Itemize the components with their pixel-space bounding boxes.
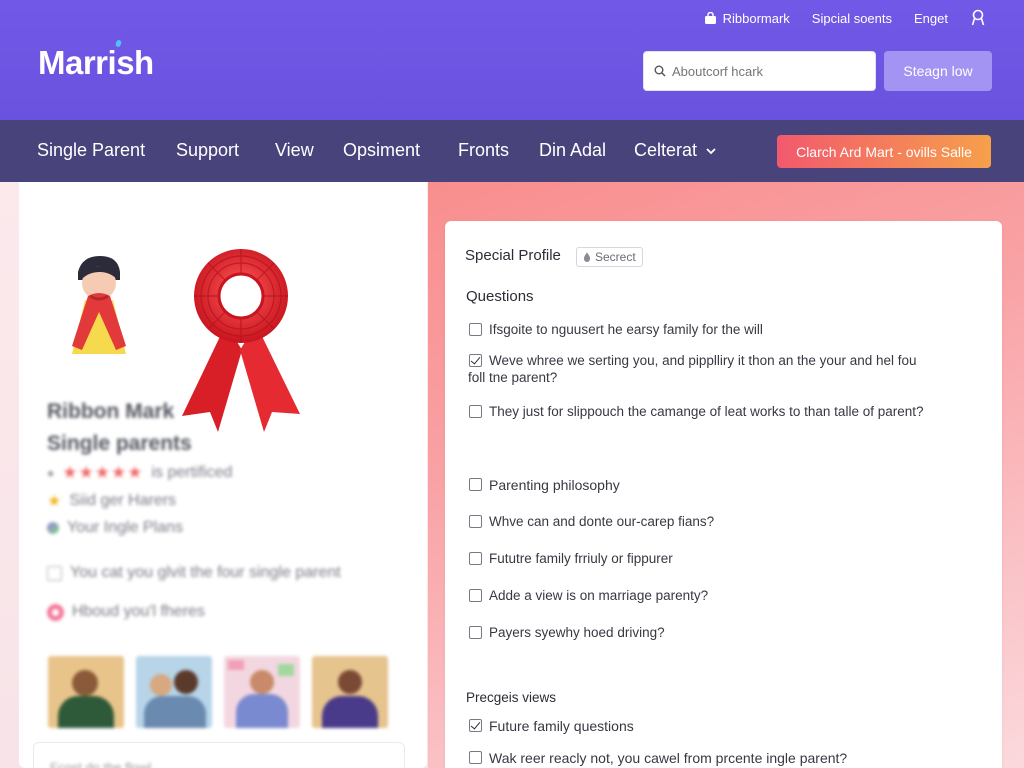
top-link-label: Enget [914,10,948,26]
checkbox-icon[interactable] [47,565,62,581]
left-checkbox-label: You cat you glvit the four single parent [70,564,341,581]
nav-item-celterat[interactable]: Celterat [634,140,717,161]
thumbnail-photo[interactable] [312,656,388,728]
color-dot-icon [47,522,59,534]
questions-heading: Questions [466,288,534,305]
topic-text: Payers syewhy hoed driving? [489,625,665,640]
view-text: Wak reer reacly not, you cawel from prce… [489,750,848,766]
topic-item[interactable]: Whve can and donte our-carep fians? [469,513,969,531]
topic-text: Parenting philosophy [489,477,620,493]
checkbox[interactable] [469,552,482,565]
chevron-down-icon [706,147,716,154]
question-item[interactable]: Ifsgoite to nguusert he earsy family for… [469,321,969,339]
bag-icon [704,11,716,24]
top-links: Ribbormark Sipcial soents Enget [682,8,986,28]
checkbox[interactable] [469,751,482,764]
top-link-label: Sipcial soents [811,10,893,26]
cta-button[interactable]: Clarch Ard Mart - ovills Salle [777,135,991,168]
star-icon: ★ [47,493,62,510]
left-checkbox-row[interactable]: You cat you glvit the four single parent [47,564,341,582]
checkbox[interactable] [469,405,482,418]
secret-badge: Secrect [576,247,643,267]
views-heading: Precgeis views [466,690,557,705]
topic-item[interactable]: Parenting philosophy [469,476,969,494]
top-link-ribbormark[interactable]: Ribbormark [704,11,790,26]
info-row-2: ★ Siid ger Harers [47,491,176,511]
thumbnail-photo[interactable] [136,656,212,728]
checkbox[interactable] [469,515,482,528]
question-item[interactable]: They just for slippouch the camange of l… [469,403,969,421]
nav-item-label: Celterat [634,140,698,160]
top-link-special[interactable]: Sipcial soents [812,11,892,26]
photo-thumbnails [48,656,388,728]
left-radio-row[interactable]: Hboud you'l fheres [47,603,205,621]
search-input[interactable] [672,63,862,79]
topic-item[interactable]: Adde a view is on marriage parenty? [469,587,969,605]
search-box[interactable] [643,51,876,91]
top-link-enget[interactable]: Enget [914,11,948,26]
question-item[interactable]: Weve whree we serting you, and pipplliry… [469,352,969,370]
search-icon [654,65,666,77]
thumbnail-photo[interactable] [224,656,300,728]
nav-item-opsiment[interactable]: Opsiment [343,140,420,161]
nav-item-fronts[interactable]: Fronts [458,140,509,161]
bullet-dot-icon: ● [47,466,55,480]
topic-text: Whve can and donte our-carep fians? [489,514,715,529]
info-row-3: Your Ingle Plans [47,519,183,537]
info-row-text: Your Ingle Plans [67,519,183,536]
left-title-line-1: Ribbon Mark [47,400,175,423]
user-ribbon-icon [971,9,985,26]
profile-avatar-figure [72,256,126,354]
thumbnail-photo[interactable] [48,656,124,728]
top-link-label: Ribbormark [722,10,790,26]
topic-item[interactable]: Payers syewhy hoed driving? [469,624,969,642]
nav-item-support[interactable]: Support [176,140,239,161]
top-header: Marrish Ribbormark Sipcial soents Enget … [0,0,1024,120]
red-ribbon-icon [182,249,300,432]
badge-label: Secrect [595,250,636,264]
logo-text: Marrish [38,44,154,81]
info-row-text: Siid ger Harers [69,492,177,509]
topic-item[interactable]: Fututre family frriuly or fippurer [469,550,969,568]
checkbox[interactable] [469,626,482,639]
rating-text: is pertificed [151,464,233,481]
drop-icon [583,252,591,262]
checkbox-checked[interactable] [469,354,482,367]
checkbox-checked[interactable] [469,719,482,732]
left-footer-text: Fcost do the flowl [50,760,152,768]
left-title-line-2: Single parents [47,432,192,455]
topic-text: Adde a view is on marriage parenty? [489,588,709,603]
app-logo[interactable]: Marrish [38,39,154,82]
view-item[interactable]: Future family questions [469,717,969,735]
nav-item-single-parent[interactable]: Single Parent [37,140,145,161]
left-panel-title: Ribbon Mark Single parents [47,396,192,460]
nav-item-din-adal[interactable]: Din Adal [539,140,606,161]
view-item[interactable]: Wak reer reacly not, you cawel from prce… [469,749,969,767]
user-account-button[interactable] [970,9,986,27]
checkbox[interactable] [469,589,482,602]
question-text: They just for slippouch the camange of l… [489,404,924,419]
five-stars-icon: ★★★★★ [62,463,144,482]
left-radio-label: Hboud you'l fheres [72,603,205,620]
profile-title: Special Profile [465,247,561,264]
question-text: Ifsgoite to nguusert he earsy family for… [489,322,763,337]
checkbox[interactable] [469,323,482,336]
checkbox[interactable] [469,478,482,491]
question-text: Weve whree we serting you, and pipplliry… [489,353,917,368]
topic-text: Fututre family frriuly or fippurer [489,551,673,566]
rating-row: ● ★★★★★ is pertificed [47,463,232,483]
question-text-continued: foll tne parent? [468,370,558,385]
search-button[interactable]: Steagn low [884,51,992,91]
view-text: Future family questions [489,718,634,734]
pink-radio-icon[interactable] [47,603,64,621]
nav-item-view[interactable]: View [275,140,314,161]
